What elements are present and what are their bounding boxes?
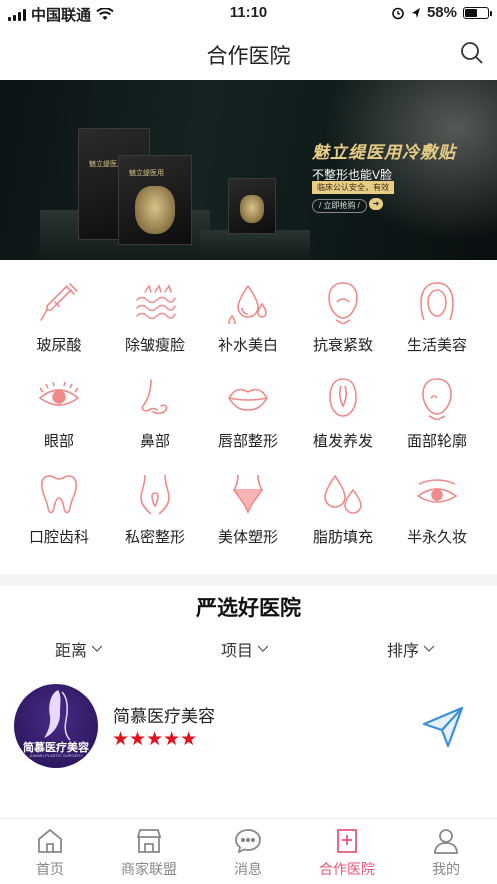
user-icon — [434, 829, 458, 854]
category-private[interactable]: 私密整形 — [108, 472, 202, 547]
fat-drops-icon — [324, 474, 362, 514]
tab-my[interactable]: 我的 — [401, 827, 491, 879]
category-lips[interactable]: 唇部整形 — [201, 376, 295, 451]
filter-project[interactable]: 项目 — [221, 637, 269, 661]
tab-merchant-alliance[interactable]: 商家联盟 — [104, 827, 194, 879]
category-semi-permanent[interactable]: 半永久妆 — [390, 472, 484, 547]
filter-sort[interactable]: 排序 — [387, 637, 435, 661]
hair-follicle-icon — [329, 378, 357, 417]
banner-pedestal-small — [200, 230, 310, 260]
search-icon[interactable] — [459, 40, 485, 66]
chevron-down-icon — [257, 645, 269, 652]
tab-messages[interactable]: 消息 — [203, 827, 293, 879]
tab-home[interactable]: 首页 — [5, 827, 95, 879]
chevron-down-icon — [91, 645, 103, 652]
product-sachet — [228, 178, 276, 234]
category-hair[interactable]: 植发养发 — [296, 376, 390, 451]
filter-project-label: 项目 — [221, 643, 254, 660]
water-drop-icon — [228, 284, 267, 324]
category-body-shaping[interactable]: 美体塑形 — [201, 472, 295, 547]
bottom-tab-bar: 首页 商家联盟 消息 合作医院 我的 — [0, 818, 497, 884]
banner-cta-button[interactable]: / 立即抢购 / — [312, 199, 367, 213]
navigate-send-icon[interactable] — [420, 704, 466, 750]
hospital-name: 简慕医疗美容 — [113, 707, 215, 726]
home-icon — [38, 828, 62, 853]
battery-percent: 58% — [426, 4, 457, 21]
tab-partner-hospitals[interactable]: 合作医院 — [302, 827, 392, 879]
category-antiaging[interactable]: 抗衰紧致 — [296, 280, 390, 355]
category-wrinkle[interactable]: 除皱瘦脸 — [108, 280, 202, 355]
hospital-list-item[interactable]: 简慕医疗美容 JIANMU PLASTIC SURGERY 简慕医疗美容 ★★★… — [14, 684, 484, 770]
filter-distance-label: 距离 — [55, 643, 88, 660]
tooth-icon — [40, 475, 78, 514]
status-bar: 中国联通 11:10 58% — [0, 0, 497, 26]
category-dental[interactable]: 口腔齿科 — [12, 472, 106, 547]
body-shaping-icon — [232, 474, 264, 514]
product-box-front: 魅立缇医用 — [118, 155, 192, 245]
hospital-icon — [337, 829, 357, 853]
chat-bubble-icon — [235, 829, 261, 854]
promo-banner[interactable]: 魅立缇医用 魅立缇医用 魅立缇医用冷敷贴 不整形也能V脸 临床公认安全，有效 /… — [0, 80, 497, 260]
nose-icon — [141, 379, 168, 415]
face-contour-icon — [422, 378, 452, 420]
shop-icon — [136, 829, 162, 853]
lips-icon — [228, 388, 268, 411]
woman-face-icon — [420, 282, 454, 321]
filter-distance[interactable]: 距离 — [55, 637, 103, 661]
rating-stars: ★★★★★ — [112, 729, 198, 750]
mask-face — [135, 186, 175, 234]
section-title: 严选好医院 — [196, 597, 301, 620]
woman-silhouette-icon — [44, 690, 71, 741]
hospital-logo: 简慕医疗美容 JIANMU PLASTIC SURGERY — [14, 684, 98, 768]
banner-title: 魅立缇医用冷敷贴 — [312, 143, 456, 162]
private-body-icon — [140, 474, 170, 515]
filter-sort-label: 排序 — [387, 643, 420, 660]
location-icon — [411, 7, 420, 18]
category-nose[interactable]: 鼻部 — [108, 376, 202, 451]
category-contour[interactable]: 面部轮廓 — [390, 376, 484, 451]
nav-bar: 合作医院 — [0, 26, 497, 80]
category-hyaluronic[interactable]: 玻尿酸 — [12, 280, 106, 355]
alarm-icon — [392, 7, 404, 19]
category-fat-filling[interactable]: 脂肪填充 — [296, 472, 390, 547]
wrinkle-waves-icon — [136, 284, 176, 320]
syringe-dropper-icon — [40, 283, 78, 321]
face-lift-icon — [328, 282, 358, 324]
banner-tag: 临床公认安全，有效 — [312, 181, 394, 194]
status-right: 58% — [391, 4, 492, 21]
section-divider — [0, 574, 497, 586]
category-lifestyle-beauty[interactable]: 生活美容 — [390, 280, 484, 355]
hospital-logo-sub: JIANMU PLASTIC SURGERY — [29, 753, 83, 758]
battery-icon — [463, 6, 492, 19]
category-hydrating[interactable]: 补水美白 — [201, 280, 295, 355]
arrow-right-icon[interactable]: ➜ — [369, 198, 383, 210]
mask-face-small — [240, 195, 264, 223]
page-title: 合作医院 — [206, 45, 291, 68]
eyeliner-eye-icon — [416, 479, 458, 503]
eye-icon — [38, 381, 80, 406]
chevron-down-icon — [423, 645, 435, 652]
category-eye[interactable]: 眼部 — [12, 376, 106, 451]
